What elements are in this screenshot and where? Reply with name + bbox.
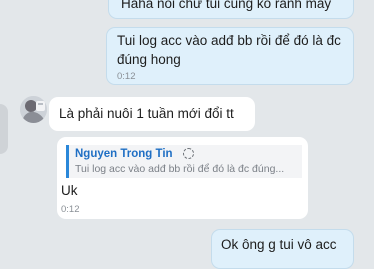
quoted-message[interactable]: Nguyen Trong Tin Tui log acc vào adđ bb … bbox=[66, 145, 302, 178]
message-text-line-1: Tui log acc vào adđ bb rồi để đó là đc bbox=[117, 33, 341, 48]
message-text: Là phải nuôi 1 tuần mới đổi tt bbox=[59, 106, 234, 121]
message-text: Haha nói chứ tui cũng ko rảnh mấy bbox=[121, 0, 332, 11]
quoted-sender-name: Nguyen Trong Tin bbox=[75, 148, 173, 160]
message-bubble-outgoing-top[interactable]: Haha nói chứ tui cũng ko rảnh mấy bbox=[108, 0, 354, 19]
side-handle bbox=[0, 104, 8, 154]
message-bubble-incoming[interactable]: Là phải nuôi 1 tuần mới đổi tt bbox=[49, 97, 255, 131]
status-ring-icon bbox=[183, 148, 194, 159]
message-text-line-2: đúng hong bbox=[117, 52, 181, 67]
message-time: 0:12 bbox=[117, 71, 136, 82]
reply-message-text: Uk bbox=[61, 183, 78, 198]
message-bubble-outgoing-bottom[interactable]: Ok ông g tui vô acc bbox=[211, 229, 354, 269]
message-bubble-outgoing[interactable]: Tui log acc vào adđ bb rồi để đó là đc đ… bbox=[106, 27, 354, 85]
message-time: 0:12 bbox=[61, 204, 80, 215]
message-text: Ok ông g tui vô acc bbox=[221, 237, 337, 252]
quoted-text: Tui log acc vào adđ bb rồi để đó là đc đ… bbox=[75, 163, 285, 175]
contact-avatar[interactable] bbox=[20, 96, 47, 123]
avatar-image bbox=[20, 96, 47, 123]
